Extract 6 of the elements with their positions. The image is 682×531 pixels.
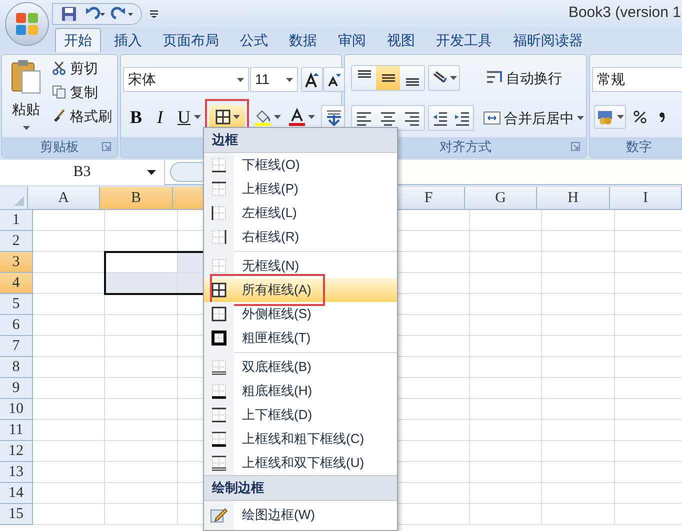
window-title: Book3 (version 1: [568, 3, 682, 24]
group-label: 数字: [626, 138, 652, 156]
menu-section-header: 绘制边框: [204, 475, 397, 501]
group-label: 对齐方式: [440, 138, 492, 156]
menu-section-header: 边框: [204, 128, 397, 153]
group-label: 剪贴板: [40, 138, 79, 156]
